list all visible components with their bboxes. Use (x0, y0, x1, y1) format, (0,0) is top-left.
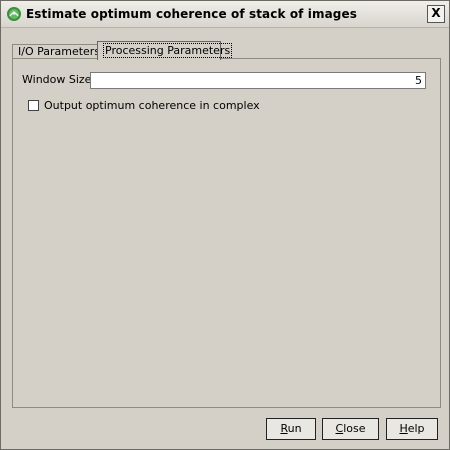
window-size-input[interactable]: 5 (90, 72, 426, 89)
window-size-label: Window Size: (22, 73, 96, 86)
snap-app-icon (7, 7, 21, 21)
run-mnemonic: R (280, 422, 288, 435)
output-complex-checkbox[interactable] (28, 100, 39, 111)
help-mnemonic: H (399, 422, 408, 435)
output-complex-label[interactable]: Output optimum coherence in complex (44, 99, 260, 112)
close-button[interactable]: Close (322, 418, 379, 440)
tab-processing-parameters[interactable]: Processing Parameters (97, 41, 233, 60)
run-label-rest: un (287, 422, 302, 435)
tab-processing-parameters-label: Processing Parameters (103, 43, 233, 58)
title-bar[interactable]: Estimate optimum coherence of stack of i… (1, 1, 449, 28)
window-title: Estimate optimum coherence of stack of i… (26, 7, 357, 21)
dialog-window: Estimate optimum coherence of stack of i… (0, 0, 450, 450)
help-label-rest: elp (407, 422, 425, 435)
close-icon[interactable]: X (427, 5, 445, 23)
processing-parameters-panel: Window Size: 5 Output optimum coherence … (12, 58, 441, 408)
run-button[interactable]: Run (266, 418, 316, 440)
close-label-rest: lose (343, 422, 366, 435)
help-button[interactable]: Help (386, 418, 438, 440)
